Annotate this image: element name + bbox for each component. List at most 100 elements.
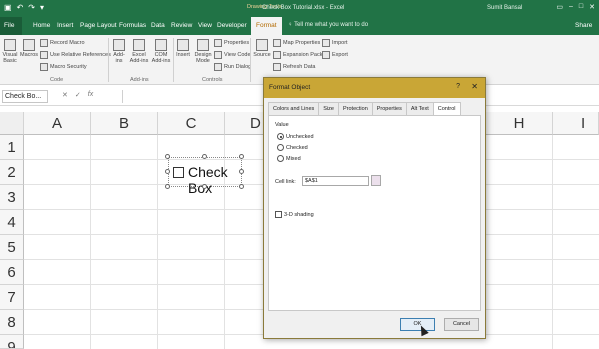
- column-header-a[interactable]: A: [24, 112, 91, 135]
- undo-icon[interactable]: ↶: [17, 3, 24, 12]
- tab-size[interactable]: Size: [318, 102, 339, 115]
- run-dialog-button[interactable]: Run Dialog: [214, 63, 251, 71]
- value-heading: Value: [275, 122, 289, 128]
- row-header-3[interactable]: 3: [0, 185, 24, 210]
- resize-handle[interactable]: [165, 184, 170, 189]
- row-header-4[interactable]: 4: [0, 210, 24, 235]
- save-icon[interactable]: ▣: [4, 3, 12, 12]
- insert-function-icon[interactable]: fx: [88, 91, 93, 99]
- radio-selected-icon: [277, 133, 284, 140]
- properties-button[interactable]: Properties: [214, 39, 249, 47]
- excel-addins-button[interactable]: Excel Add-ins: [128, 39, 150, 64]
- tab-file[interactable]: File: [0, 17, 22, 35]
- radio-mixed[interactable]: Mixed: [277, 155, 301, 162]
- ribbon-display-icon[interactable]: ▭: [556, 3, 563, 11]
- tab-formulas[interactable]: Formulas: [119, 22, 146, 29]
- radio-icon: [277, 144, 284, 151]
- tab-alt-text[interactable]: Alt Text: [405, 102, 434, 115]
- tab-control[interactable]: Control: [432, 102, 461, 116]
- expansion-packs-button[interactable]: Expansion Packs: [273, 51, 325, 59]
- record-macro-button[interactable]: Record Macro: [40, 39, 85, 47]
- visual-basic-button[interactable]: Visual Basic: [2, 39, 18, 64]
- tab-home[interactable]: Home: [33, 22, 50, 29]
- tab-data[interactable]: Data: [151, 22, 165, 29]
- resize-handle[interactable]: [239, 184, 244, 189]
- resize-handle[interactable]: [165, 169, 170, 174]
- insert-control-button[interactable]: Insert: [174, 39, 192, 58]
- select-all-corner[interactable]: [0, 112, 24, 135]
- tab-insert[interactable]: Insert: [57, 22, 73, 29]
- com-addins-icon: [155, 39, 167, 51]
- group-separator: [108, 38, 109, 82]
- tab-colors-and-lines[interactable]: Colors and Lines: [268, 102, 320, 115]
- visual-basic-icon: [4, 39, 16, 51]
- row-header-5[interactable]: 5: [0, 235, 24, 260]
- user-name: Sumit Bansal: [487, 5, 523, 11]
- ruler-pencil-icon: [197, 39, 209, 51]
- group-label-controls: Controls: [202, 77, 223, 83]
- name-box[interactable]: Check Bo...: [2, 90, 48, 103]
- addins-button[interactable]: Add-ins: [110, 39, 128, 64]
- cancel-button[interactable]: Cancel: [444, 318, 479, 331]
- row-header-8[interactable]: 8: [0, 310, 24, 335]
- 3d-shading-checkbox[interactable]: 3-D shading: [275, 211, 314, 218]
- resize-handle[interactable]: [202, 154, 207, 159]
- tab-developer[interactable]: Developer: [217, 22, 247, 29]
- com-addins-button[interactable]: COM Add-ins: [150, 39, 172, 64]
- row-header-9[interactable]: 9: [0, 335, 24, 349]
- share-button[interactable]: Share: [575, 22, 592, 29]
- column-header-h[interactable]: H: [486, 112, 553, 135]
- resize-handle[interactable]: [165, 154, 170, 159]
- source-icon: [256, 39, 268, 51]
- tell-me-box[interactable]: ♀ Tell me what you want to do: [288, 22, 368, 28]
- tab-protection[interactable]: Protection: [337, 102, 373, 115]
- cancel-icon[interactable]: ✕: [62, 91, 68, 99]
- refresh-data-button[interactable]: Refresh Data: [273, 63, 315, 71]
- resize-handle[interactable]: [202, 184, 207, 189]
- resize-handle[interactable]: [239, 169, 244, 174]
- relative-references-button[interactable]: Use Relative References: [40, 51, 111, 59]
- properties-icon: [214, 39, 222, 47]
- macro-security-button[interactable]: Macro Security: [40, 63, 87, 71]
- macros-icon: [23, 39, 35, 51]
- cell-link-input[interactable]: $A$1: [302, 176, 369, 186]
- resize-handle[interactable]: [239, 154, 244, 159]
- row-header-7[interactable]: 7: [0, 285, 24, 310]
- import-button[interactable]: Import: [322, 39, 348, 47]
- row-header-1[interactable]: 1: [0, 135, 24, 160]
- map-properties-button[interactable]: Map Properties: [273, 39, 320, 47]
- column-header-c[interactable]: C: [158, 112, 225, 135]
- tab-review[interactable]: Review: [171, 22, 192, 29]
- close-icon[interactable]: ✕: [471, 82, 478, 91]
- range-picker-icon[interactable]: [371, 175, 381, 186]
- export-button[interactable]: Export: [322, 51, 348, 59]
- customize-icon[interactable]: ▾: [40, 3, 44, 12]
- redo-icon[interactable]: ↷: [28, 3, 35, 12]
- help-icon[interactable]: ?: [456, 83, 460, 90]
- format-object-dialog: Format Object ? ✕ Colors and Lines Size …: [263, 77, 486, 339]
- source-button[interactable]: Source: [252, 39, 272, 58]
- expansion-packs-icon: [273, 51, 281, 59]
- maximize-icon[interactable]: □: [579, 3, 583, 11]
- design-mode-button[interactable]: Design Mode: [192, 39, 214, 64]
- tab-format[interactable]: Format: [251, 17, 282, 35]
- control-tab-panel: Value Unchecked Checked Mixed Cell link:…: [268, 115, 481, 311]
- title-bar: ▣ ↶ ↷ ▾ Drawing Tools Check Box Tutorial…: [0, 0, 599, 17]
- row-header-6[interactable]: 6: [0, 260, 24, 285]
- column-header-b[interactable]: B: [91, 112, 158, 135]
- row-header-2[interactable]: 2: [0, 160, 24, 185]
- minimize-icon[interactable]: –: [569, 3, 573, 11]
- view-code-button[interactable]: View Code: [214, 51, 251, 59]
- column-header-i[interactable]: I: [553, 112, 599, 135]
- checkbox-square[interactable]: [173, 167, 184, 178]
- tab-page-layout[interactable]: Page Layout: [80, 22, 117, 29]
- group-label-addins: Add-ins: [130, 77, 149, 83]
- close-icon[interactable]: ✕: [589, 3, 595, 11]
- tab-properties[interactable]: Properties: [371, 102, 407, 115]
- macros-button[interactable]: Macros: [20, 39, 38, 58]
- enter-icon[interactable]: ✓: [75, 91, 81, 99]
- radio-checked[interactable]: Checked: [277, 144, 308, 151]
- tab-view[interactable]: View: [198, 22, 212, 29]
- checkbox-form-control[interactable]: Check Box: [168, 157, 242, 196]
- radio-unchecked[interactable]: Unchecked: [277, 133, 314, 140]
